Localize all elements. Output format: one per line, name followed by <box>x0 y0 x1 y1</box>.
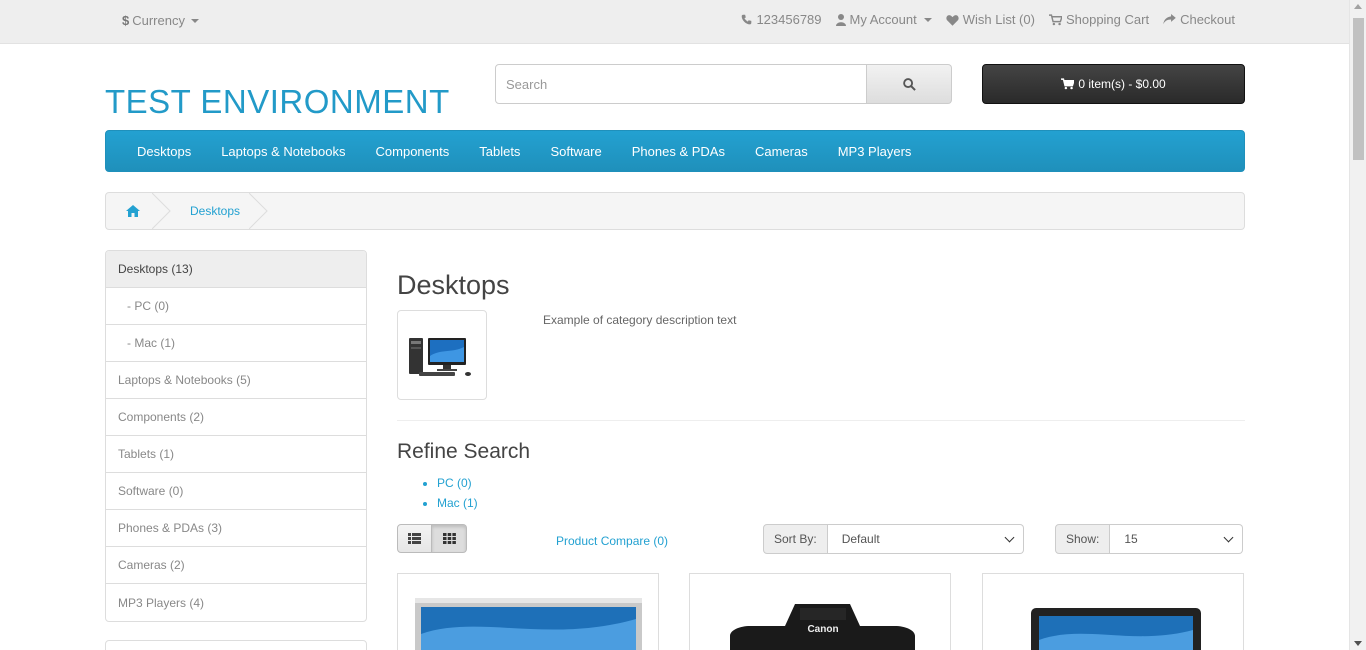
product-card[interactable] <box>982 573 1244 650</box>
sort-by-label: Sort By: <box>763 524 828 554</box>
page-scrollbar[interactable] <box>1349 0 1366 650</box>
cart-button-label: 0 item(s) - $0.00 <box>1078 77 1166 91</box>
scrollbar-thumb[interactable] <box>1353 18 1364 160</box>
menu-item-laptops[interactable]: Laptops & Notebooks <box>206 144 360 159</box>
share-icon <box>1163 14 1176 25</box>
product-image <box>1031 608 1201 650</box>
product-image: Canon <box>730 604 915 650</box>
menu-item-desktops[interactable]: Desktops <box>122 144 206 159</box>
category-list: Desktops (13) - PC (0) - Mac (1) Laptops… <box>105 250 367 622</box>
product-compare-link[interactable]: Product Compare (0) <box>556 534 668 548</box>
home-icon <box>126 205 140 217</box>
category-item-phones[interactable]: Phones & PDAs (3) <box>106 510 366 547</box>
product-image <box>415 598 642 650</box>
sort-by-group: Sort By: Default <box>763 524 1024 554</box>
search-input[interactable] <box>495 64 867 104</box>
divider <box>397 420 1245 421</box>
show-limit-select[interactable]: 15 <box>1110 524 1243 554</box>
currency-dropdown[interactable]: $ Currency <box>122 13 199 28</box>
main-menu: Desktops Laptops & Notebooks Components … <box>105 130 1245 172</box>
cart-icon <box>1061 78 1075 90</box>
sort-by-select[interactable]: Default <box>827 524 1024 554</box>
chevron-down-icon <box>1223 532 1234 542</box>
checkout-label: Checkout <box>1180 12 1235 27</box>
category-item-mac[interactable]: - Mac (1) <box>106 325 366 362</box>
wish-list-link[interactable]: Wish List (0) <box>946 12 1035 27</box>
caret-down-icon <box>923 17 932 22</box>
cart-icon <box>1048 13 1062 25</box>
shopping-cart-label: Shopping Cart <box>1065 12 1150 27</box>
breadcrumb-separator <box>249 193 268 229</box>
store-logo[interactable]: TEST ENVIRONMENT <box>105 83 450 121</box>
menu-item-phones[interactable]: Phones & PDAs <box>617 144 740 159</box>
sidebar-module <box>105 640 367 650</box>
my-account-link[interactable]: My Account <box>835 12 932 27</box>
my-account-label: My Account <box>849 12 917 27</box>
show-limit-value: 15 <box>1124 532 1138 546</box>
wish-list-label: Wish List (0) <box>962 12 1035 27</box>
search-bar <box>495 64 952 104</box>
category-thumbnail <box>397 310 487 400</box>
view-toggle <box>397 524 467 553</box>
breadcrumb: Desktops <box>105 192 1245 230</box>
caret-down-icon <box>190 18 199 23</box>
checkout-link[interactable]: Checkout <box>1163 12 1235 27</box>
desktop-computer-image <box>409 338 471 376</box>
show-limit-group: Show: 15 <box>1055 524 1243 554</box>
refine-search-title: Refine Search <box>397 440 531 463</box>
grid-view-button[interactable] <box>432 524 467 553</box>
scroll-up-arrow-icon[interactable] <box>1354 4 1362 9</box>
category-item-cameras[interactable]: Cameras (2) <box>106 547 366 584</box>
shopping-cart-link[interactable]: Shopping Cart <box>1048 12 1150 27</box>
search-button[interactable] <box>867 64 952 104</box>
refine-search-list: PC (0) Mac (1) <box>425 476 478 516</box>
menu-item-components[interactable]: Components <box>361 144 465 159</box>
category-item-laptops[interactable]: Laptops & Notebooks (5) <box>106 362 366 399</box>
phone-number: 123456789 <box>756 12 822 27</box>
currency-symbol: $ <box>122 13 130 28</box>
menu-item-mp3-players[interactable]: MP3 Players <box>823 144 927 159</box>
cart-button[interactable]: 0 item(s) - $0.00 <box>982 64 1245 104</box>
user-icon <box>835 13 846 26</box>
sort-by-value: Default <box>841 532 880 546</box>
page-title: Desktops <box>397 270 510 300</box>
refine-link-pc[interactable]: PC (0) <box>437 476 478 496</box>
refine-link-mac[interactable]: Mac (1) <box>437 496 478 516</box>
phone-link[interactable]: 123456789 <box>741 12 822 27</box>
list-view-button[interactable] <box>397 524 432 553</box>
grid-icon <box>442 533 456 544</box>
currency-label: Currency <box>132 13 185 28</box>
show-label: Show: <box>1055 524 1111 554</box>
menu-item-software[interactable]: Software <box>535 144 616 159</box>
category-description: Example of category description text <box>543 313 737 327</box>
phone-icon <box>742 14 752 25</box>
category-item-software[interactable]: Software (0) <box>106 473 366 510</box>
product-card[interactable]: Canon <box>689 573 951 650</box>
category-item-pc[interactable]: - PC (0) <box>106 288 366 325</box>
top-links: 123456789 My Account Wish List (0) Shopp… <box>741 12 1235 27</box>
menu-item-tablets[interactable]: Tablets <box>464 144 535 159</box>
category-item-mp3-players[interactable]: MP3 Players (4) <box>106 584 366 621</box>
chevron-down-icon <box>1004 532 1015 542</box>
top-bar: $ Currency 123456789 My Account Wish Lis… <box>0 0 1349 44</box>
search-icon <box>902 77 916 91</box>
menu-item-cameras[interactable]: Cameras <box>740 144 823 159</box>
category-item-components[interactable]: Components (2) <box>106 399 366 436</box>
heart-icon <box>946 14 959 26</box>
breadcrumb-current[interactable]: Desktops <box>160 193 260 229</box>
scroll-down-arrow-icon[interactable] <box>1354 641 1362 646</box>
list-icon <box>408 533 421 544</box>
svg-text:Canon: Canon <box>807 624 838 635</box>
product-card[interactable] <box>397 573 659 650</box>
category-item-tablets[interactable]: Tablets (1) <box>106 436 366 473</box>
category-item-desktops[interactable]: Desktops (13) <box>106 251 366 288</box>
